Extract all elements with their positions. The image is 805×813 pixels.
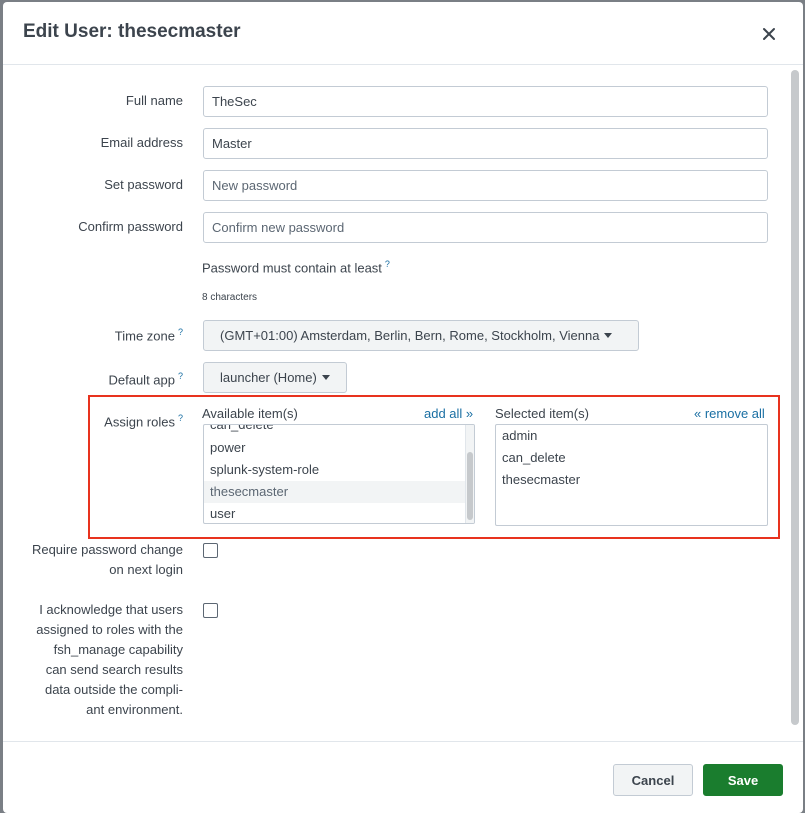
assign-roles-highlight [88,395,780,539]
require-password-change-checkbox[interactable] [203,543,218,558]
acknowledge-line: assigned to roles with the [36,622,183,637]
password-hint: Password must contain at least? [202,259,390,275]
time-zone-label-text: Time zone [114,328,175,344]
set-password-input[interactable] [203,170,768,201]
full-name-input[interactable] [203,86,768,117]
modal-title: Edit User: thesecmaster [23,21,241,42]
set-password-label: Set password [104,177,183,192]
acknowledge-line: I acknowledge that users [39,602,183,617]
password-hint-text: Password must contain at least [202,260,382,276]
modal-scroll-thumb[interactable] [791,70,799,725]
close-button[interactable] [757,22,781,46]
default-app-label: Default app? [3,366,183,390]
require-password-change-line: Require password change [31,542,183,557]
acknowledge-line: data outside the compli- [44,682,183,697]
time-zone-value: (GMT+01:00) Amsterdam, Berlin, Bern, Rom… [220,328,600,343]
acknowledge-line: can send search results [45,662,183,677]
confirm-password-input[interactable] [203,212,768,243]
acknowledge-line: fsh_manage capability [53,642,183,657]
chevron-down-icon [604,333,613,338]
default-app-label-text: Default app [108,372,175,388]
edit-user-modal: Edit User: thesecmaster Full name Email … [3,2,803,813]
full-name-label: Full name [125,93,183,108]
password-hint-detail: 8 characters [202,292,258,303]
modal-footer: Cancel Save [3,741,803,813]
time-zone-label: Time zone? [3,322,183,346]
require-password-change-line: on next login [109,562,183,577]
save-button[interactable]: Save [703,764,783,796]
time-zone-help-icon[interactable]: ? [178,327,183,337]
acknowledge-line: ant environment. [86,702,183,717]
password-help-icon[interactable]: ? [385,259,390,269]
email-input[interactable] [203,128,768,159]
modal-header: Edit User: thesecmaster [3,2,803,65]
default-app-dropdown[interactable]: launcher (Home) [203,362,347,393]
chevron-down-icon [321,375,330,380]
confirm-password-label: Confirm password [78,219,183,234]
acknowledge-label: I acknowledge that users assigned to rol… [3,600,183,720]
acknowledge-checkbox[interactable] [203,603,218,618]
modal-scrollbar[interactable] [788,66,800,740]
close-icon [763,28,775,40]
time-zone-dropdown[interactable]: (GMT+01:00) Amsterdam, Berlin, Bern, Rom… [203,320,639,351]
default-app-help-icon[interactable]: ? [178,371,183,381]
cancel-button[interactable]: Cancel [613,764,693,796]
require-password-change-label: Require password change on next login [3,540,183,580]
email-label: Email address [100,135,183,150]
default-app-value: launcher (Home) [220,370,317,385]
